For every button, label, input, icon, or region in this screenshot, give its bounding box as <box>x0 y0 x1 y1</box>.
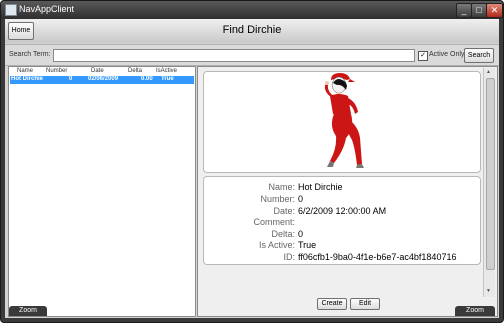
detail-panel: Name: Hot Dirchie Number: 0 Date: 6/2/20… <box>197 66 498 317</box>
id-value: ff06cfb1-9ba0-4f1e-b6e7-ac4bf1840716 <box>298 252 457 262</box>
results-grid: Name Number Date Delta IsActive Hot Dirc… <box>8 66 196 317</box>
minimize-icon: _ <box>461 5 467 15</box>
comment-label: Comment: <box>253 217 295 227</box>
character-image <box>324 73 364 168</box>
scrollbar-thumb[interactable] <box>486 78 495 270</box>
app-window-icon <box>5 4 17 16</box>
zoom-button-left[interactable]: Zoom <box>9 306 47 316</box>
name-value: Hot Dirchie <box>298 182 343 192</box>
cell-name: Hot Dirchie <box>11 76 44 82</box>
title-bar: NavAppClient _ □ ✕ <box>1 1 503 19</box>
header-bar: Home Find Dirchie <box>5 19 499 43</box>
delta-label: Delta: <box>271 229 295 239</box>
check-mark-icon: ✓ <box>420 52 426 59</box>
column-header-isactive[interactable]: IsActive <box>156 68 177 74</box>
name-label: Name: <box>268 182 295 192</box>
scroll-down-icon[interactable]: ▼ <box>486 288 491 294</box>
id-label: ID: <box>283 252 295 262</box>
search-bar: Search Term: ✓ Active Only Search <box>5 44 499 66</box>
client-area: Home Find Dirchie Search Term: ✓ Active … <box>5 19 499 318</box>
cell-isactive: True <box>161 76 174 82</box>
search-label: Search Term: <box>9 51 51 58</box>
create-button[interactable]: Create <box>317 298 347 310</box>
edit-button[interactable]: Edit <box>350 298 380 310</box>
maximize-button[interactable]: □ <box>471 3 487 18</box>
delta-value: 0 <box>298 229 304 239</box>
cell-date: 02/06/2009 <box>88 76 119 82</box>
cell-delta: 0.00 <box>141 76 153 82</box>
app-window: NavAppClient _ □ ✕ Home Find Dirchie Sea… <box>0 0 504 323</box>
date-label: Date: <box>273 206 295 216</box>
minimize-button[interactable]: _ <box>456 3 472 18</box>
column-header-name[interactable]: Name <box>17 68 33 74</box>
zoom-button-right[interactable]: Zoom <box>455 306 495 316</box>
search-input[interactable] <box>53 49 415 62</box>
window-title: NavAppClient <box>19 4 75 14</box>
close-button[interactable]: ✕ <box>486 3 503 18</box>
column-header-delta[interactable]: Delta <box>128 68 142 74</box>
details-card: Name: Hot Dirchie Number: 0 Date: 6/2/20… <box>203 176 481 265</box>
column-header-date[interactable]: Date <box>91 68 104 74</box>
cell-number: 0 <box>69 76 73 82</box>
table-row[interactable]: Hot Dirchie 0 02/06/2009 0.00 True <box>10 76 194 84</box>
active-only-checkbox[interactable]: ✓ <box>418 51 428 61</box>
column-header-number[interactable]: Number <box>46 68 67 74</box>
page-title: Find Dirchie <box>222 24 282 36</box>
is-active-label: Is Active: <box>258 240 295 250</box>
close-icon: ✕ <box>490 5 499 15</box>
number-value: 0 <box>298 194 304 204</box>
number-label: Number: <box>260 194 295 204</box>
scroll-up-icon[interactable]: ▲ <box>486 69 491 75</box>
active-only-label: Active Only <box>429 51 465 58</box>
detail-scrollbar[interactable]: ▲ ▼ <box>483 68 495 297</box>
image-card <box>203 71 481 173</box>
is-active-value: True <box>298 240 317 250</box>
grid-header: Name Number Date Delta IsActive <box>9 67 195 76</box>
date-value: 6/2/2009 12:00:00 AM <box>298 206 387 216</box>
maximize-icon: □ <box>476 5 482 15</box>
search-button[interactable]: Search <box>464 48 494 63</box>
